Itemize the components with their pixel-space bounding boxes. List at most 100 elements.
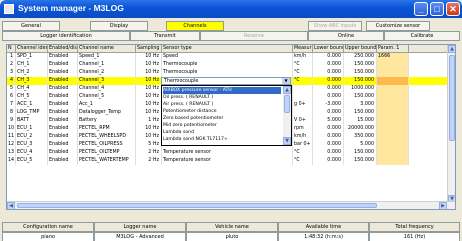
cell-channel-ident[interactable]: ECU_4 [16,149,48,157]
col-header-upper-bound[interactable]: Upper bound [344,45,377,53]
cell-upper-bound[interactable]: 5.000 [344,141,377,149]
cell-param-1[interactable] [377,149,409,157]
cell-sampling[interactable]: 10 Hz [136,93,162,101]
cell-param-1[interactable] [377,61,409,69]
cell-param-1[interactable] [377,93,409,101]
cell-enabled[interactable]: Enabled [48,141,78,149]
cell-sensor-type[interactable]: Thermocouple [162,69,293,77]
cell-enabled[interactable]: Enabled [48,77,78,85]
col-header-n[interactable]: N [7,45,16,53]
cell-enabled[interactable]: Enabled [48,157,78,165]
sensor-type-select[interactable]: Thermocouple ▼ [161,77,291,85]
cell-measure[interactable]: bar 0+ [293,141,313,149]
dropdown-option[interactable]: Lambda sond NGK TL7117+ [163,136,281,143]
cell-channel-name[interactable]: Channel_5 [78,93,136,101]
cell-lower-bound[interactable]: 0.000 [313,133,344,141]
cell-lower-bound[interactable]: 5.000 [313,117,344,125]
table-row[interactable]: 3 CH_2 Enabled Channel_2 10 Hz Thermocouple °C… [7,69,449,77]
grid-vertical-scrollbar[interactable]: ▲ ▼ [447,45,455,203]
tab-transmit[interactable]: Transmit [130,31,200,41]
cell-param-1[interactable] [377,77,409,85]
cell-upper-bound[interactable]: 20000.000 [344,125,377,133]
cell-n[interactable]: 8 [7,109,16,117]
cell-channel-ident[interactable]: ACC_1 [16,101,48,109]
cell-measure[interactable]: °C [293,77,313,85]
cell-sampling[interactable]: 2 Hz [136,149,162,157]
cell-n[interactable]: 14 [7,157,16,165]
cell-sampling[interactable]: 10 Hz [136,61,162,69]
cell-n[interactable]: 3 [7,69,16,77]
cell-n[interactable]: 7 [7,101,16,109]
cell-channel-name[interactable]: PECTEL_WHEELSPD [78,133,136,141]
scroll-up-icon[interactable]: ▲ [283,86,291,94]
tab-display[interactable]: Display [90,21,148,31]
col-header-measure[interactable]: Measur [293,45,313,53]
cell-upper-bound[interactable]: 150.000 [344,77,377,85]
cell-measure[interactable]: °C [293,61,313,69]
cell-n[interactable]: 6 [7,93,16,101]
cell-upper-bound[interactable]: 150.000 [344,149,377,157]
cell-n[interactable]: 13 [7,149,16,157]
cell-lower-bound[interactable]: 0.000 [313,61,344,69]
col-header-sensor-type[interactable]: Sensor type [162,45,293,53]
cell-channel-name[interactable]: Battery [78,117,136,125]
cell-enabled[interactable]: Enabled [48,85,78,93]
cell-measure[interactable]: g 0+ [293,101,313,109]
cell-lower-bound[interactable]: 0.000 [313,149,344,157]
cell-sampling[interactable]: 10 Hz [136,77,162,85]
cell-channel-name[interactable]: PECTEL_OILPRESS [78,141,136,149]
cell-channel-name[interactable]: Channel_3 [78,77,136,85]
cell-upper-bound[interactable]: 1000.000 [344,85,377,93]
col-header-param-1[interactable]: Param. 1 [377,45,409,53]
scroll-up-icon[interactable]: ▲ [448,45,455,53]
maximize-button[interactable]: □ [430,2,444,16]
cell-n[interactable]: 9 [7,117,16,125]
dropdown-scroll-thumb[interactable] [284,95,290,113]
cell-sensor-type[interactable]: Temperature sensor [162,157,293,165]
cell-sampling[interactable]: 10 Hz [136,125,162,133]
cell-channel-ident[interactable]: CH_3 [16,77,48,85]
cell-channel-name[interactable]: PECTEL_OILTEMP [78,149,136,157]
cell-channel-name[interactable]: PECTEL_RPM [78,125,136,133]
col-header-sampling[interactable]: Sampling [136,45,162,53]
cell-n[interactable]: 2 [7,61,16,69]
cell-n[interactable]: 12 [7,141,16,149]
cell-channel-ident[interactable]: ECU_2 [16,133,48,141]
tab-customize-sensor[interactable]: Customize sensor [366,21,430,31]
table-row[interactable]: 13 ECU_4 Enabled PECTEL_OILTEMP 2 Hz Temperat… [7,149,449,157]
cell-param-1[interactable] [377,157,409,165]
col-header-channel-ident[interactable]: Channel ident [16,45,48,53]
cell-n[interactable]: 11 [7,133,16,141]
table-row[interactable]: 14 ECU_5 Enabled PECTEL_WATERTEMP 2 Hz Temper… [7,157,449,165]
cell-param-1[interactable] [377,133,409,141]
cell-enabled[interactable]: Enabled [48,101,78,109]
cell-channel-ident[interactable]: ECU_1 [16,125,48,133]
cell-upper-bound[interactable]: 150.000 [344,69,377,77]
cell-measure[interactable]: km/h [293,53,313,61]
cell-upper-bound[interactable]: 150.000 [344,109,377,117]
dropdown-scrollbar[interactable]: ▲ ▼ [283,86,291,145]
cell-enabled[interactable]: Enabled [48,149,78,157]
dropdown-option[interactable]: AiRBOX pressure sensor - ATH [163,87,281,94]
cell-upper-bound[interactable]: 150.000 [344,93,377,101]
dropdown-option[interactable]: Lambda sond [163,129,281,136]
cell-channel-name[interactable]: Acc_1 [78,101,136,109]
cell-param-1[interactable] [377,109,409,117]
cell-enabled[interactable]: Enabled [48,133,78,141]
cell-measure[interactable]: °C [293,69,313,77]
cell-lower-bound[interactable]: 0.000 [313,77,344,85]
cell-channel-ident[interactable]: CH_1 [16,61,48,69]
cell-enabled[interactable]: Enabled [48,69,78,77]
cell-channel-name[interactable]: Channel_2 [78,69,136,77]
col-header-lower-bound[interactable]: Lower bound [313,45,344,53]
cell-sampling[interactable]: 10 Hz [136,53,162,61]
cell-n[interactable]: 4 [7,77,16,85]
cell-lower-bound[interactable]: 0.000 [313,157,344,165]
cell-enabled[interactable]: Enabled [48,61,78,69]
cell-upper-bound[interactable]: 3.000 [344,101,377,109]
cell-upper-bound[interactable]: 150.000 [344,157,377,165]
grid-horizontal-scrollbar[interactable]: ◀ ▶ [7,201,455,209]
cell-lower-bound[interactable]: 0.000 [313,69,344,77]
cell-measure[interactable]: km/h [293,133,313,141]
cell-lower-bound[interactable]: -3.000 [313,101,344,109]
